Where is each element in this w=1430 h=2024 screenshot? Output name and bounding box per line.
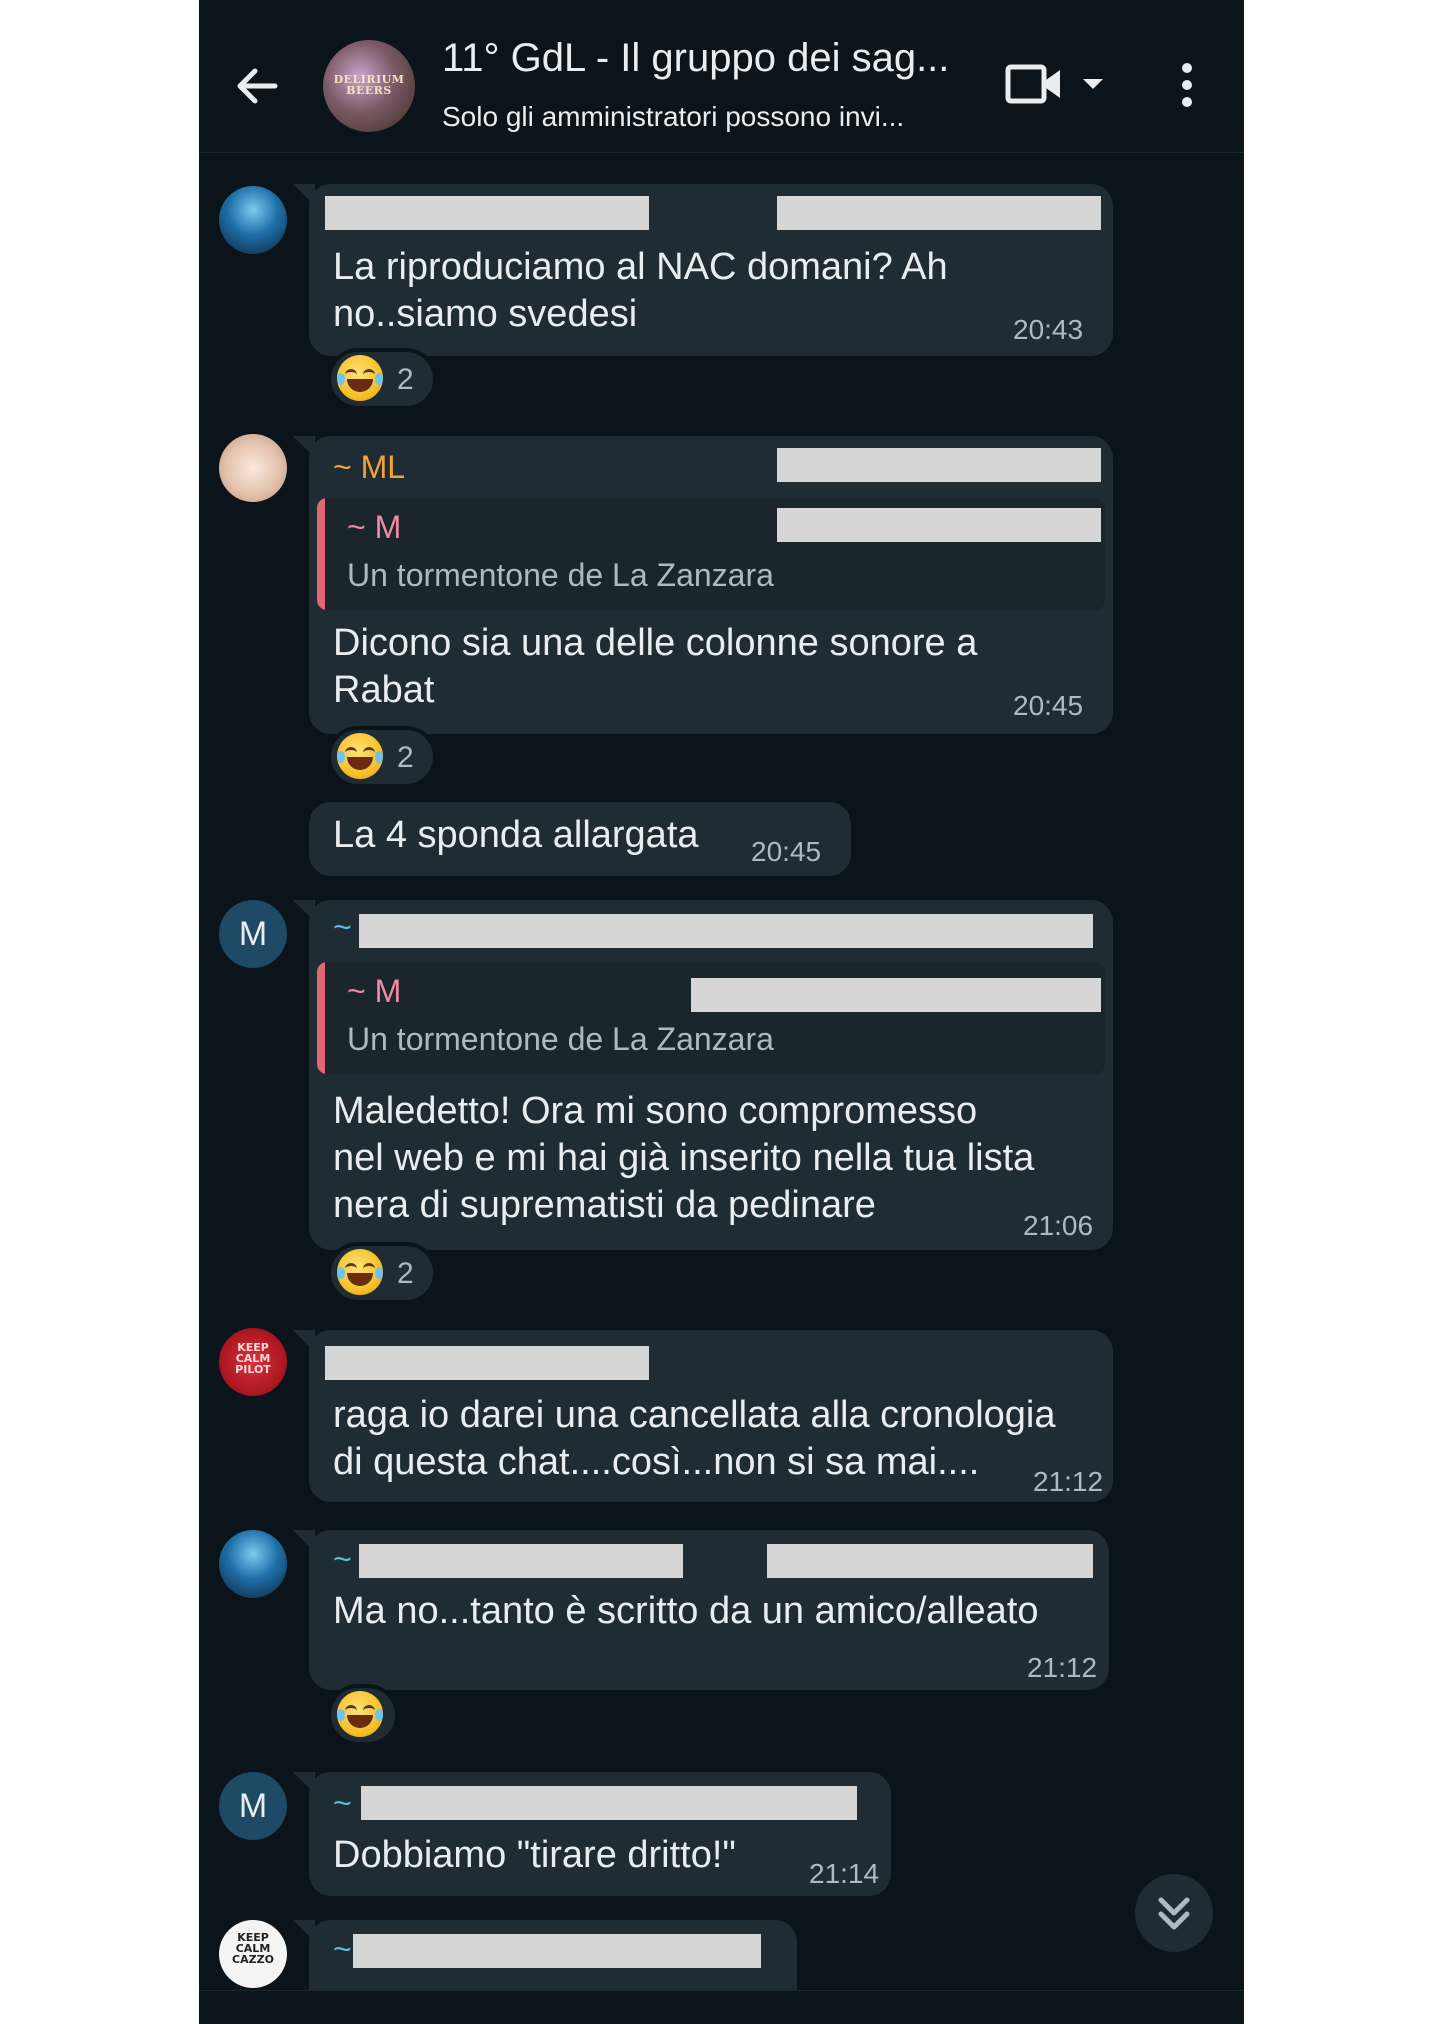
quoted-text: Un tormentone de La Zanzara <box>347 1021 774 1057</box>
group-avatar-logo-text: DELIRIUM BEERS <box>333 73 405 97</box>
message-bubble[interactable]: raga io darei una cancellata alla cronol… <box>293 1330 1113 1502</box>
message-text-line: Dicono sia una delle colonne sonore a <box>333 622 978 664</box>
message-bubble[interactable]: La riproduciamo al NAC domani? Ah no..si… <box>293 184 1113 356</box>
avatar-text: KEEP CALM PILOT <box>235 1341 271 1376</box>
message-time: 21:06 <box>1023 1210 1094 1241</box>
redacted-phone <box>777 508 1101 542</box>
sender-name[interactable]: ~ <box>333 1784 352 1822</box>
sender-name[interactable]: ~ <box>333 1540 352 1578</box>
redacted-sender <box>361 1786 857 1820</box>
sender-avatar[interactable] <box>219 434 287 502</box>
sender-name[interactable]: ~ <box>333 908 352 946</box>
scroll-to-bottom-button[interactable] <box>1135 1874 1213 1952</box>
reaction-badge[interactable]: 2 <box>327 348 437 410</box>
message-time: 20:43 <box>1013 314 1084 345</box>
quoted-message[interactable]: ~ M Un tormentone de La Zanzara <box>317 498 1105 610</box>
message-text-line: Ma no...tanto è scritto da un amico/alle… <box>333 1590 1039 1632</box>
message-time: 20:45 <box>1013 690 1084 721</box>
double-chevron-down-icon <box>1158 1897 1190 1930</box>
sender-avatar[interactable]: KEEP CALM PILOT <box>219 1328 287 1396</box>
message-text-line: raga io darei una cancellata alla cronol… <box>333 1394 1056 1436</box>
chevron-down-icon[interactable] <box>1081 76 1105 92</box>
redacted-phone <box>691 978 1101 1012</box>
message-text-line: nera di suprematisti da pedinare <box>333 1184 876 1226</box>
more-vert-icon[interactable] <box>1179 60 1195 110</box>
redacted-sender <box>359 914 1093 948</box>
chat-screen: DELIRIUM BEERS 11° GdL - Il gruppo dei s… <box>199 0 1244 2024</box>
redacted-phone <box>777 196 1101 230</box>
quoted-message[interactable]: ~ M Un tormentone de La Zanzara <box>317 962 1105 1074</box>
back-arrow-icon[interactable] <box>229 58 285 114</box>
redacted-phone <box>767 1544 1093 1578</box>
message-text-line: La riproduciamo al NAC domani? Ah <box>333 246 948 288</box>
face-with-tears-of-joy-icon <box>337 1249 383 1296</box>
sender-name[interactable]: ~ ML <box>333 448 405 486</box>
reaction-count: 2 <box>397 741 414 775</box>
redacted-sender <box>353 1934 761 1968</box>
sender-name[interactable]: ~ <box>333 1930 352 1968</box>
message-text-line: La 4 sponda allargata <box>333 814 699 856</box>
bottom-bar <box>199 1990 1244 2024</box>
message-time: 21:12 <box>1033 1466 1104 1497</box>
redacted-sender <box>359 1544 683 1578</box>
reaction-count: 2 <box>397 1257 414 1291</box>
reaction-badge[interactable]: 2 <box>327 726 437 788</box>
message-time: 20:45 <box>751 836 822 867</box>
message-time: 21:12 <box>1027 1652 1098 1683</box>
chat-header: DELIRIUM BEERS 11° GdL - Il gruppo dei s… <box>199 0 1244 153</box>
sender-avatar[interactable] <box>219 186 287 254</box>
message-text-line: no..siamo svedesi <box>333 293 638 335</box>
message-time: 21:14 <box>809 1858 880 1889</box>
avatar-text: KEEP CALM CAZZO <box>232 1931 274 1966</box>
face-with-tears-of-joy-icon <box>337 355 383 402</box>
message-bubble[interactable]: ~ ~ M Un tormentone de La Zanzara Malede… <box>293 900 1113 1250</box>
group-subtitle[interactable]: Solo gli amministratori possono invi... <box>442 100 982 134</box>
message-text-line: Maledetto! Ora mi sono compromesso <box>333 1090 978 1132</box>
message-text-line: di questa chat....così...non si sa mai..… <box>333 1441 980 1483</box>
reaction-count: 2 <box>397 363 414 397</box>
message-bubble[interactable]: ~ Dobbiamo "tirare dritto!" 21:14 <box>293 1772 891 1896</box>
face-with-tears-of-joy-icon <box>337 733 383 780</box>
redacted-sender <box>325 1346 649 1380</box>
group-title[interactable]: 11° GdL - Il gruppo dei sag... <box>442 34 982 82</box>
sender-avatar[interactable]: KEEP CALM CAZZO <box>219 1920 287 1988</box>
message-bubble[interactable]: La 4 sponda allargata 20:45 <box>309 802 851 876</box>
sender-avatar[interactable]: M <box>219 900 287 968</box>
redacted-sender <box>325 196 649 230</box>
quoted-sender: ~ M <box>347 973 402 1009</box>
face-with-tears-of-joy-icon <box>337 1691 383 1738</box>
video-call-icon[interactable] <box>1005 62 1065 106</box>
redacted-phone <box>777 448 1101 482</box>
quoted-text: Un tormentone de La Zanzara <box>347 557 774 593</box>
message-text-line: Rabat <box>333 669 435 711</box>
sender-avatar[interactable] <box>219 1530 287 1598</box>
sender-avatar[interactable]: M <box>219 1772 287 1840</box>
message-text-line: nel web e mi hai già inserito nella tua … <box>333 1137 1035 1179</box>
message-bubble[interactable]: ~ ML ~ M Un tormentone de La Zanzara Dic… <box>293 436 1113 734</box>
message-bubble[interactable]: ~ Ma no...tanto è scritto da un amico/al… <box>293 1530 1109 1690</box>
message-text-line: Dobbiamo "tirare dritto!" <box>333 1834 736 1876</box>
quoted-sender: ~ M <box>347 509 402 545</box>
group-avatar[interactable]: DELIRIUM BEERS <box>323 40 415 132</box>
reaction-badge[interactable] <box>327 1684 399 1746</box>
reaction-badge[interactable]: 2 <box>327 1242 437 1304</box>
